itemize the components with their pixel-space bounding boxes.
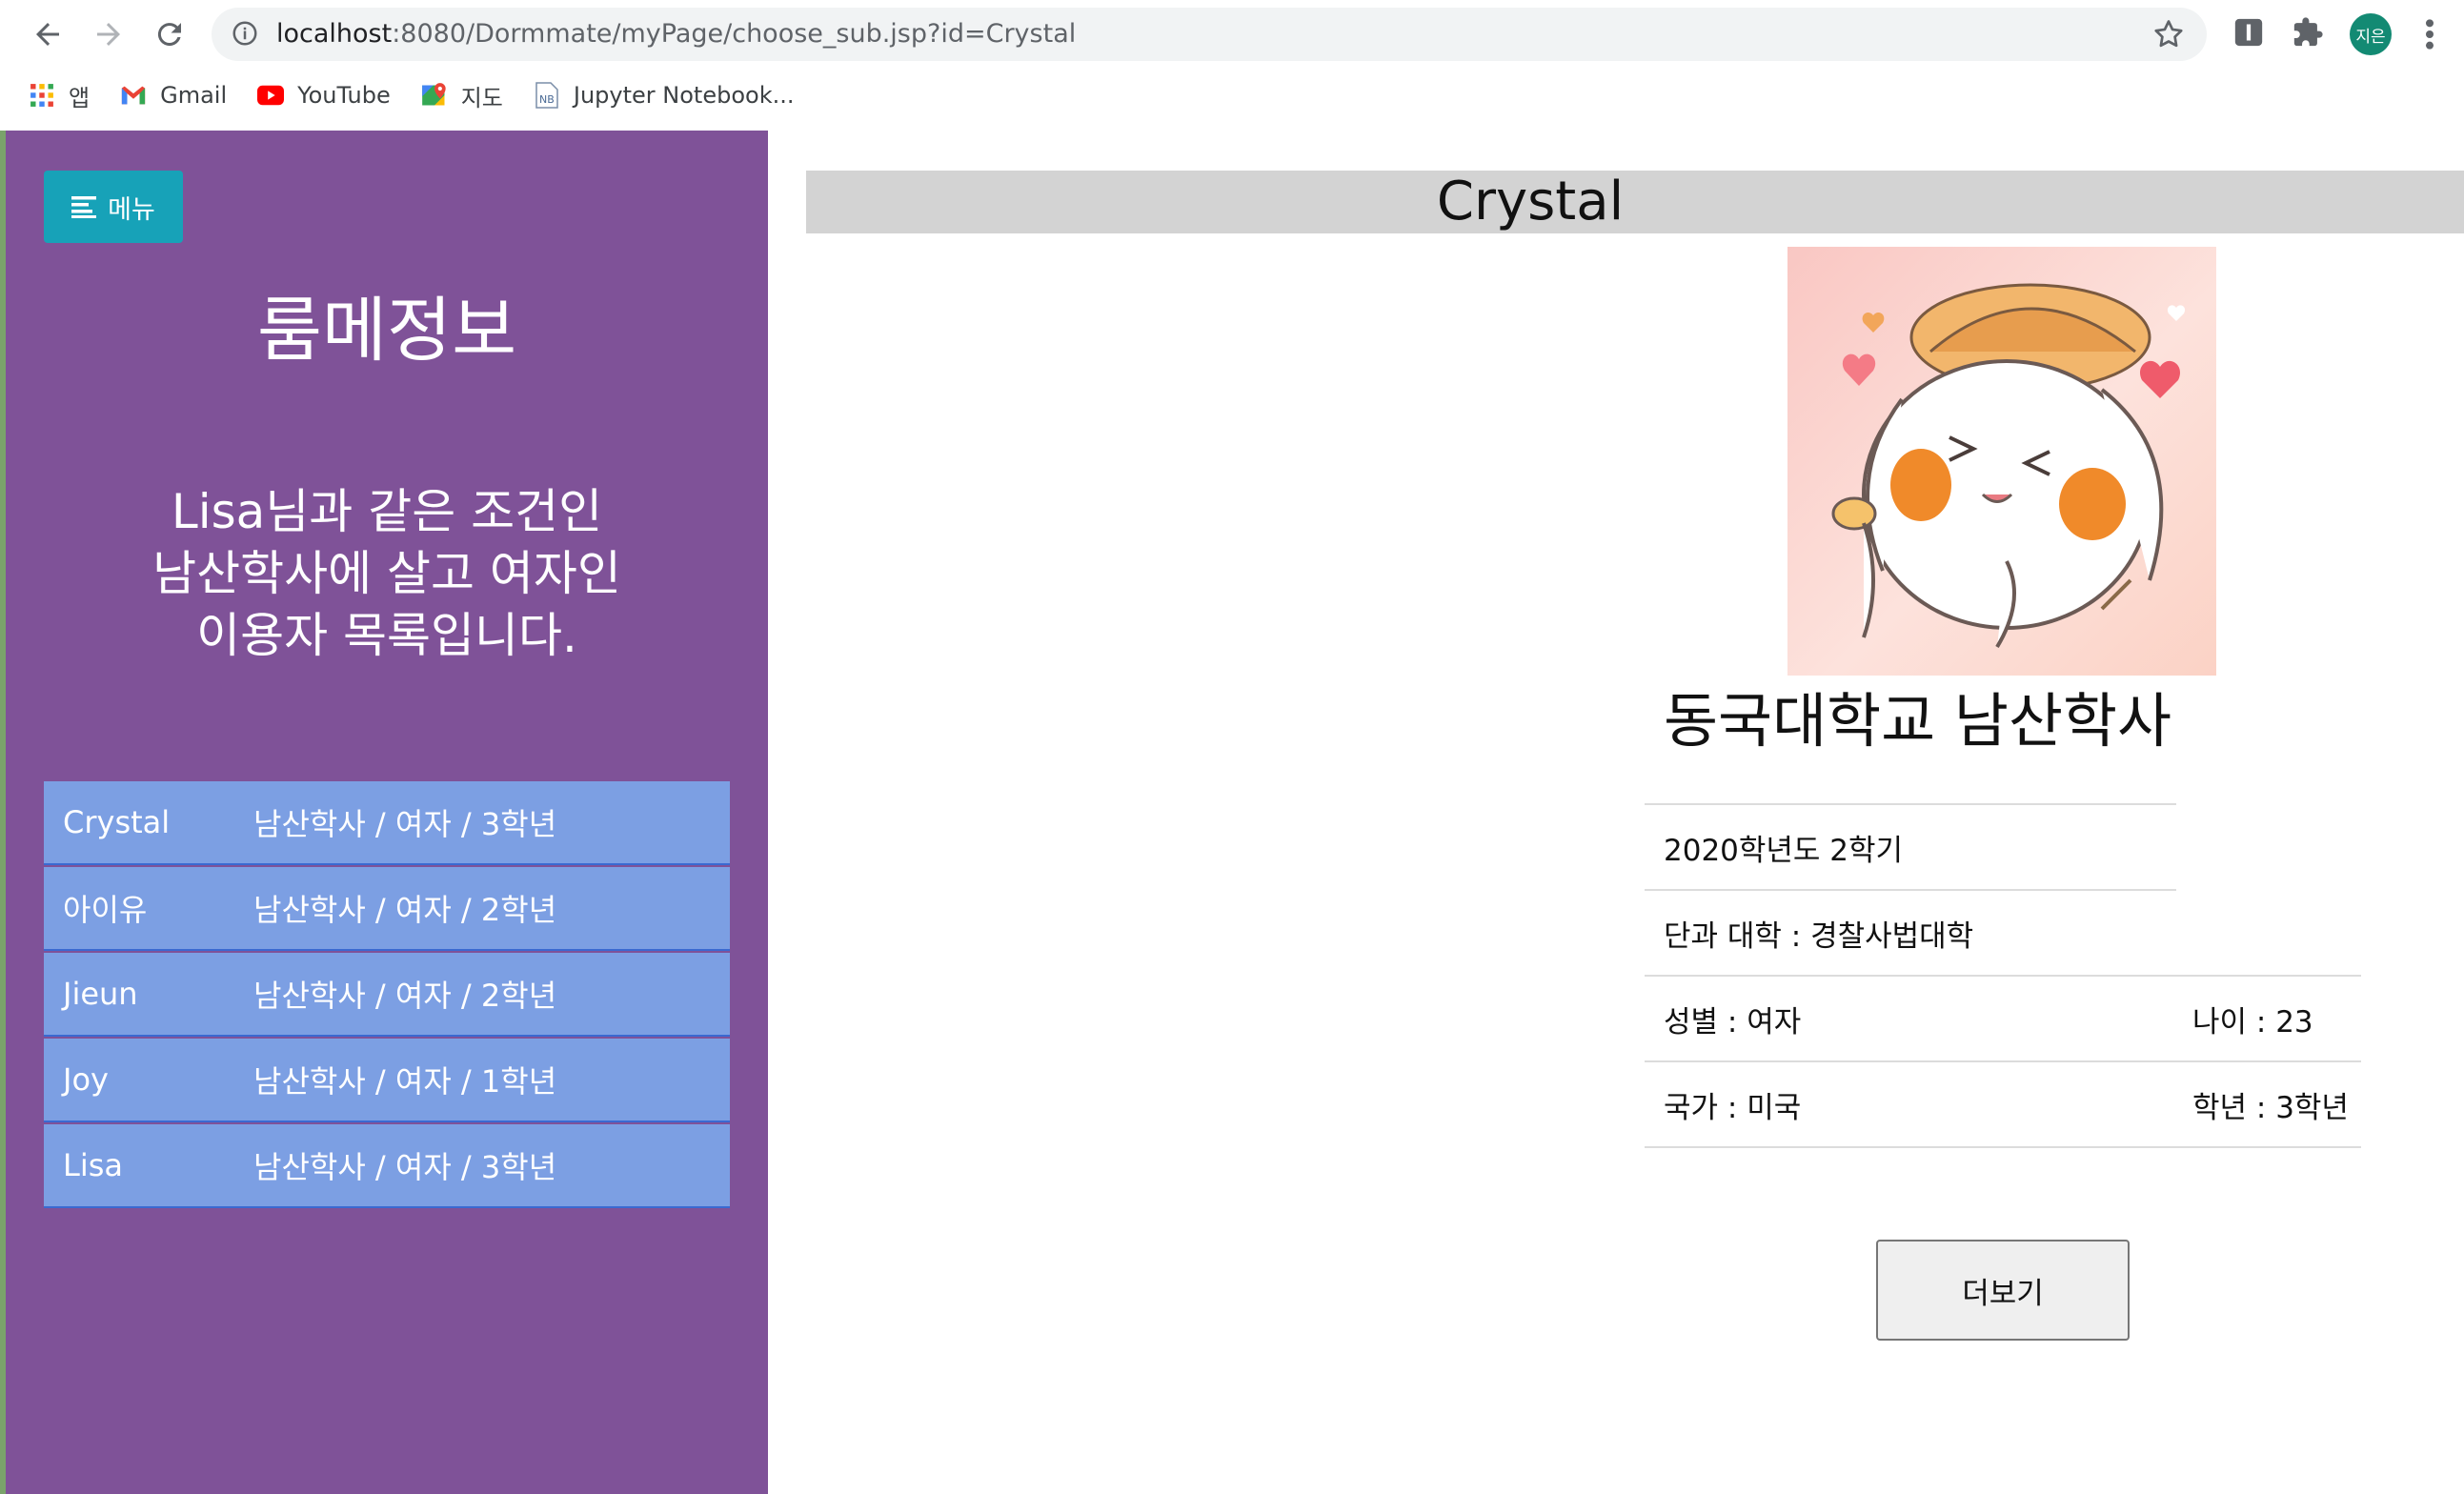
user-name: Joy xyxy=(63,1061,109,1098)
user-row-lisa[interactable]: Lisa 남산학사 / 여자 / 3학년 xyxy=(44,1124,730,1208)
bookmarks-bar: 앱 Gmail YouTube 지도 NB Jupyter Notebook..… xyxy=(29,76,825,114)
user-row-crystal[interactable]: Crystal 남산학사 / 여자 / 3학년 xyxy=(44,781,730,865)
extensions-menu-button[interactable] xyxy=(2289,13,2327,51)
extension-button[interactable] xyxy=(2230,13,2268,51)
grade-value: 학년 : 3학년 xyxy=(2192,1091,2349,1125)
bookmark-label: Jupyter Notebook... xyxy=(573,82,795,109)
browser-menu-icon[interactable] xyxy=(2418,15,2441,53)
url-text[interactable]: localhost:8080/Dormmate/myPage/choose_su… xyxy=(276,17,1076,51)
profile-panel: Crystal 동국대학교 남산학사 2020학년도 2학기 단과 대학: 경… xyxy=(768,131,2464,1494)
bunny-character-illustration xyxy=(1831,283,2186,649)
user-info: 남산학사 / 여자 / 1학년 xyxy=(253,1063,557,1100)
address-bar[interactable]: localhost:8080/Dormmate/myPage/choose_su… xyxy=(212,8,2207,61)
bookmark-label: 앱 xyxy=(69,84,91,111)
svg-text:NB: NB xyxy=(539,93,555,106)
user-info: 남산학사 / 여자 / 3학년 xyxy=(253,1149,557,1185)
bookmark-label: YouTube xyxy=(297,82,391,109)
user-list: Crystal 남산학사 / 여자 / 3학년 아이유 남산학사 / 여자 / … xyxy=(44,781,730,1208)
url-path: :8080/Dormmate/myPage/choose_sub.jsp?id=… xyxy=(392,19,1077,49)
bookmark-jupyter[interactable]: NB Jupyter Notebook... xyxy=(534,82,795,109)
puzzle-icon xyxy=(2293,17,2323,47)
bookmark-label: 지도 xyxy=(460,84,503,111)
user-row-joy[interactable]: Joy 남산학사 / 여자 / 1학년 xyxy=(44,1039,730,1122)
bookmark-label: Gmail xyxy=(160,82,228,109)
profile-photo xyxy=(1787,247,2216,676)
college-value: 단과 대학 : 경찰사법대학 xyxy=(1664,919,1974,954)
user-row-iu[interactable]: 아이유 남산학사 / 여자 / 2학년 xyxy=(44,867,730,951)
info-row-college: 단과 대학 : 경찰사법대학 xyxy=(1645,889,2176,975)
extension-i-icon xyxy=(2234,18,2263,47)
message-line: 이용자 목록입니다. xyxy=(196,608,577,663)
more-button[interactable]: 더보기 xyxy=(1876,1240,2130,1341)
message-line: 남산학사에 살고 여자인 xyxy=(152,546,621,601)
info-row-country-grade: 국가 : 미국 학년 : 3학년 xyxy=(1645,1060,2361,1148)
menu-label: 메뉴 xyxy=(108,194,155,225)
info-row-semester: 2020학년도 2학기 xyxy=(1645,803,2176,889)
bookmark-apps[interactable]: 앱 xyxy=(29,79,90,112)
maps-icon xyxy=(421,82,448,109)
bookmark-star-icon[interactable] xyxy=(2151,17,2186,51)
user-info: 남산학사 / 여자 / 2학년 xyxy=(253,892,557,928)
profile-avatar[interactable]: 지은 xyxy=(2350,13,2392,55)
menu-button[interactable]: 메뉴 xyxy=(44,171,183,243)
user-name: Crystal xyxy=(63,804,171,840)
browser-chrome: localhost:8080/Dormmate/myPage/choose_su… xyxy=(0,0,2464,132)
user-name: Lisa xyxy=(63,1147,123,1183)
country-value: 국가 : 미국 xyxy=(1664,1091,1802,1125)
reload-icon xyxy=(157,23,181,47)
jupyter-icon: NB xyxy=(534,82,560,109)
message-line: Lisa님과 같은 조건인 xyxy=(171,484,603,539)
user-name: Jieun xyxy=(63,976,138,1012)
forward-arrow-icon xyxy=(97,23,120,46)
apps-grid-icon xyxy=(29,82,55,109)
back-button[interactable] xyxy=(21,8,74,61)
forward-button[interactable] xyxy=(82,8,135,61)
bookmark-youtube[interactable]: YouTube xyxy=(257,82,391,109)
sidebar: 메뉴 룸메정보 Lisa님과 같은 조건인 남산학사에 살고 여자인 이용자 목… xyxy=(6,131,768,1494)
profile-name: Crystal xyxy=(1436,171,1625,232)
semester-value: 2020학년도 2학기 xyxy=(1664,834,1904,868)
age-value: 나이 : 23 xyxy=(2192,1005,2313,1040)
menu-lines-icon xyxy=(71,194,100,219)
user-name: 아이유 xyxy=(63,892,148,928)
gmail-icon xyxy=(120,82,147,109)
user-row-jieun[interactable]: Jieun 남산학사 / 여자 / 2학년 xyxy=(44,953,730,1037)
profile-name-bar: Crystal xyxy=(806,171,2464,233)
back-arrow-icon xyxy=(36,23,59,46)
youtube-icon xyxy=(257,82,285,109)
bookmark-maps[interactable]: 지도 xyxy=(421,79,503,112)
user-info: 남산학사 / 여자 / 2학년 xyxy=(253,978,557,1014)
url-host: localhost xyxy=(276,19,393,49)
university-title: 동국대학교 남산학사 xyxy=(1664,686,2172,756)
info-row-gender-age: 성별 : 여자 나이 : 23 xyxy=(1645,975,2361,1060)
gender-value: 성별 : 여자 xyxy=(1664,1005,1802,1040)
sidebar-message: Lisa님과 같은 조건인 남산학사에 살고 여자인 이용자 목록입니다. xyxy=(6,481,768,667)
bookmark-gmail[interactable]: Gmail xyxy=(120,82,227,109)
user-info: 남산학사 / 여자 / 3학년 xyxy=(253,806,557,842)
site-info-icon[interactable] xyxy=(231,19,259,48)
reload-button[interactable] xyxy=(143,8,196,61)
sidebar-title: 룸메정보 xyxy=(256,290,517,372)
